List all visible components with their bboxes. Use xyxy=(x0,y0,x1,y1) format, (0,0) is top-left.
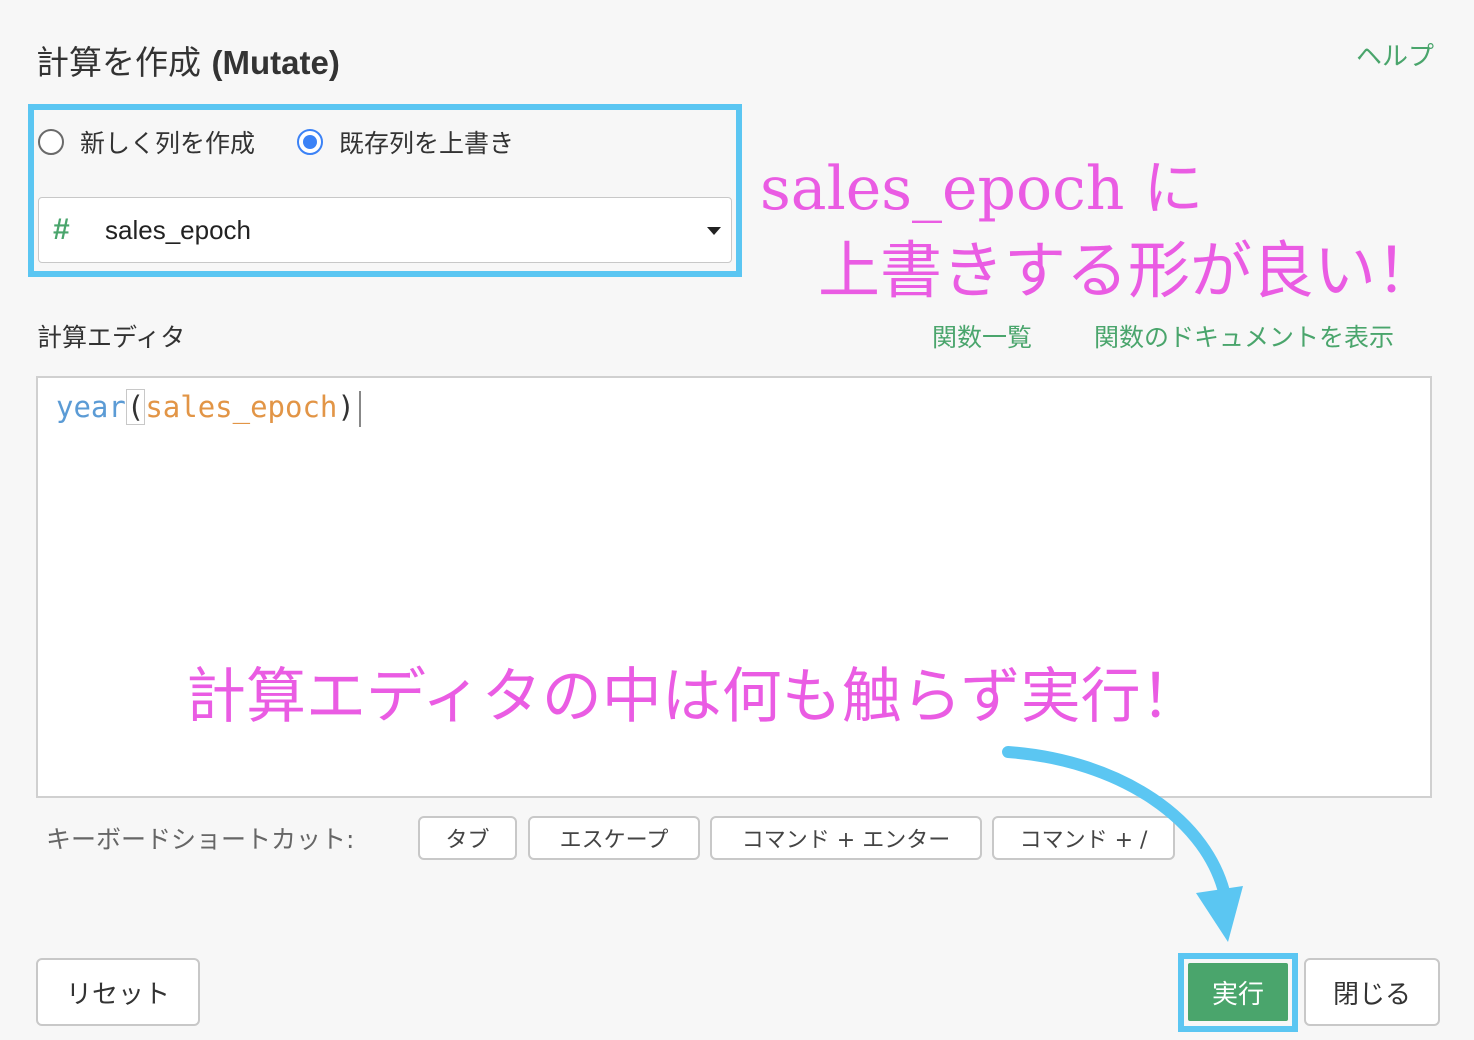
function-docs-link[interactable]: 関数のドキュメントを表示 xyxy=(1094,318,1394,354)
shortcut-escape: エスケープ xyxy=(528,816,700,860)
annotation-line-1: sales_epoch に xyxy=(760,154,1204,224)
annotation-line-3: 計算エディタの中は何も触らず実行！ xyxy=(186,662,1201,732)
numeric-type-icon: # xyxy=(53,213,70,246)
radio-overwrite-column[interactable] xyxy=(297,129,324,155)
reset-button[interactable]: リセット xyxy=(36,958,200,1026)
close-button[interactable]: 閉じる xyxy=(1304,958,1440,1026)
column-select-value: sales_epoch xyxy=(105,214,251,245)
code-close-paren: ) xyxy=(337,390,355,424)
dialog-title: 計算を作成 (Mutate) xyxy=(36,36,340,84)
code-line: year(sales_epoch) xyxy=(56,388,361,427)
editor-label: 計算エディタ xyxy=(37,323,186,352)
radio-new-column-label[interactable]: 新しく列を作成 xyxy=(80,124,255,160)
mode-radio-group: 新しく列を作成 既存列を上書き xyxy=(38,124,556,160)
column-select[interactable]: # sales_epoch xyxy=(38,197,732,263)
help-link[interactable]: ヘルプ xyxy=(1356,36,1434,73)
shortcut-command-slash: コマンド + / xyxy=(992,816,1175,860)
radio-new-column[interactable] xyxy=(38,129,64,155)
code-function-token: year xyxy=(56,390,126,424)
shortcut-tab: タブ xyxy=(418,816,517,860)
dialog-title-ja: 計算を作成 xyxy=(36,43,201,82)
chevron-down-icon[interactable] xyxy=(707,227,721,235)
radio-overwrite-column-label[interactable]: 既存列を上書き xyxy=(339,124,514,160)
code-column-token: sales_epoch xyxy=(145,390,338,424)
annotation-line-2: 上書きする形が良い！ xyxy=(818,234,1439,307)
shortcut-label: キーボードショートカット: xyxy=(46,825,355,854)
dialog-title-en: (Mutate) xyxy=(211,44,340,81)
text-cursor xyxy=(358,391,361,427)
function-list-link[interactable]: 関数一覧 xyxy=(932,318,1032,354)
shortcut-command-enter: コマンド + エンター xyxy=(710,816,982,860)
run-button[interactable]: 実行 xyxy=(1188,963,1288,1021)
code-open-paren: ( xyxy=(125,389,146,425)
